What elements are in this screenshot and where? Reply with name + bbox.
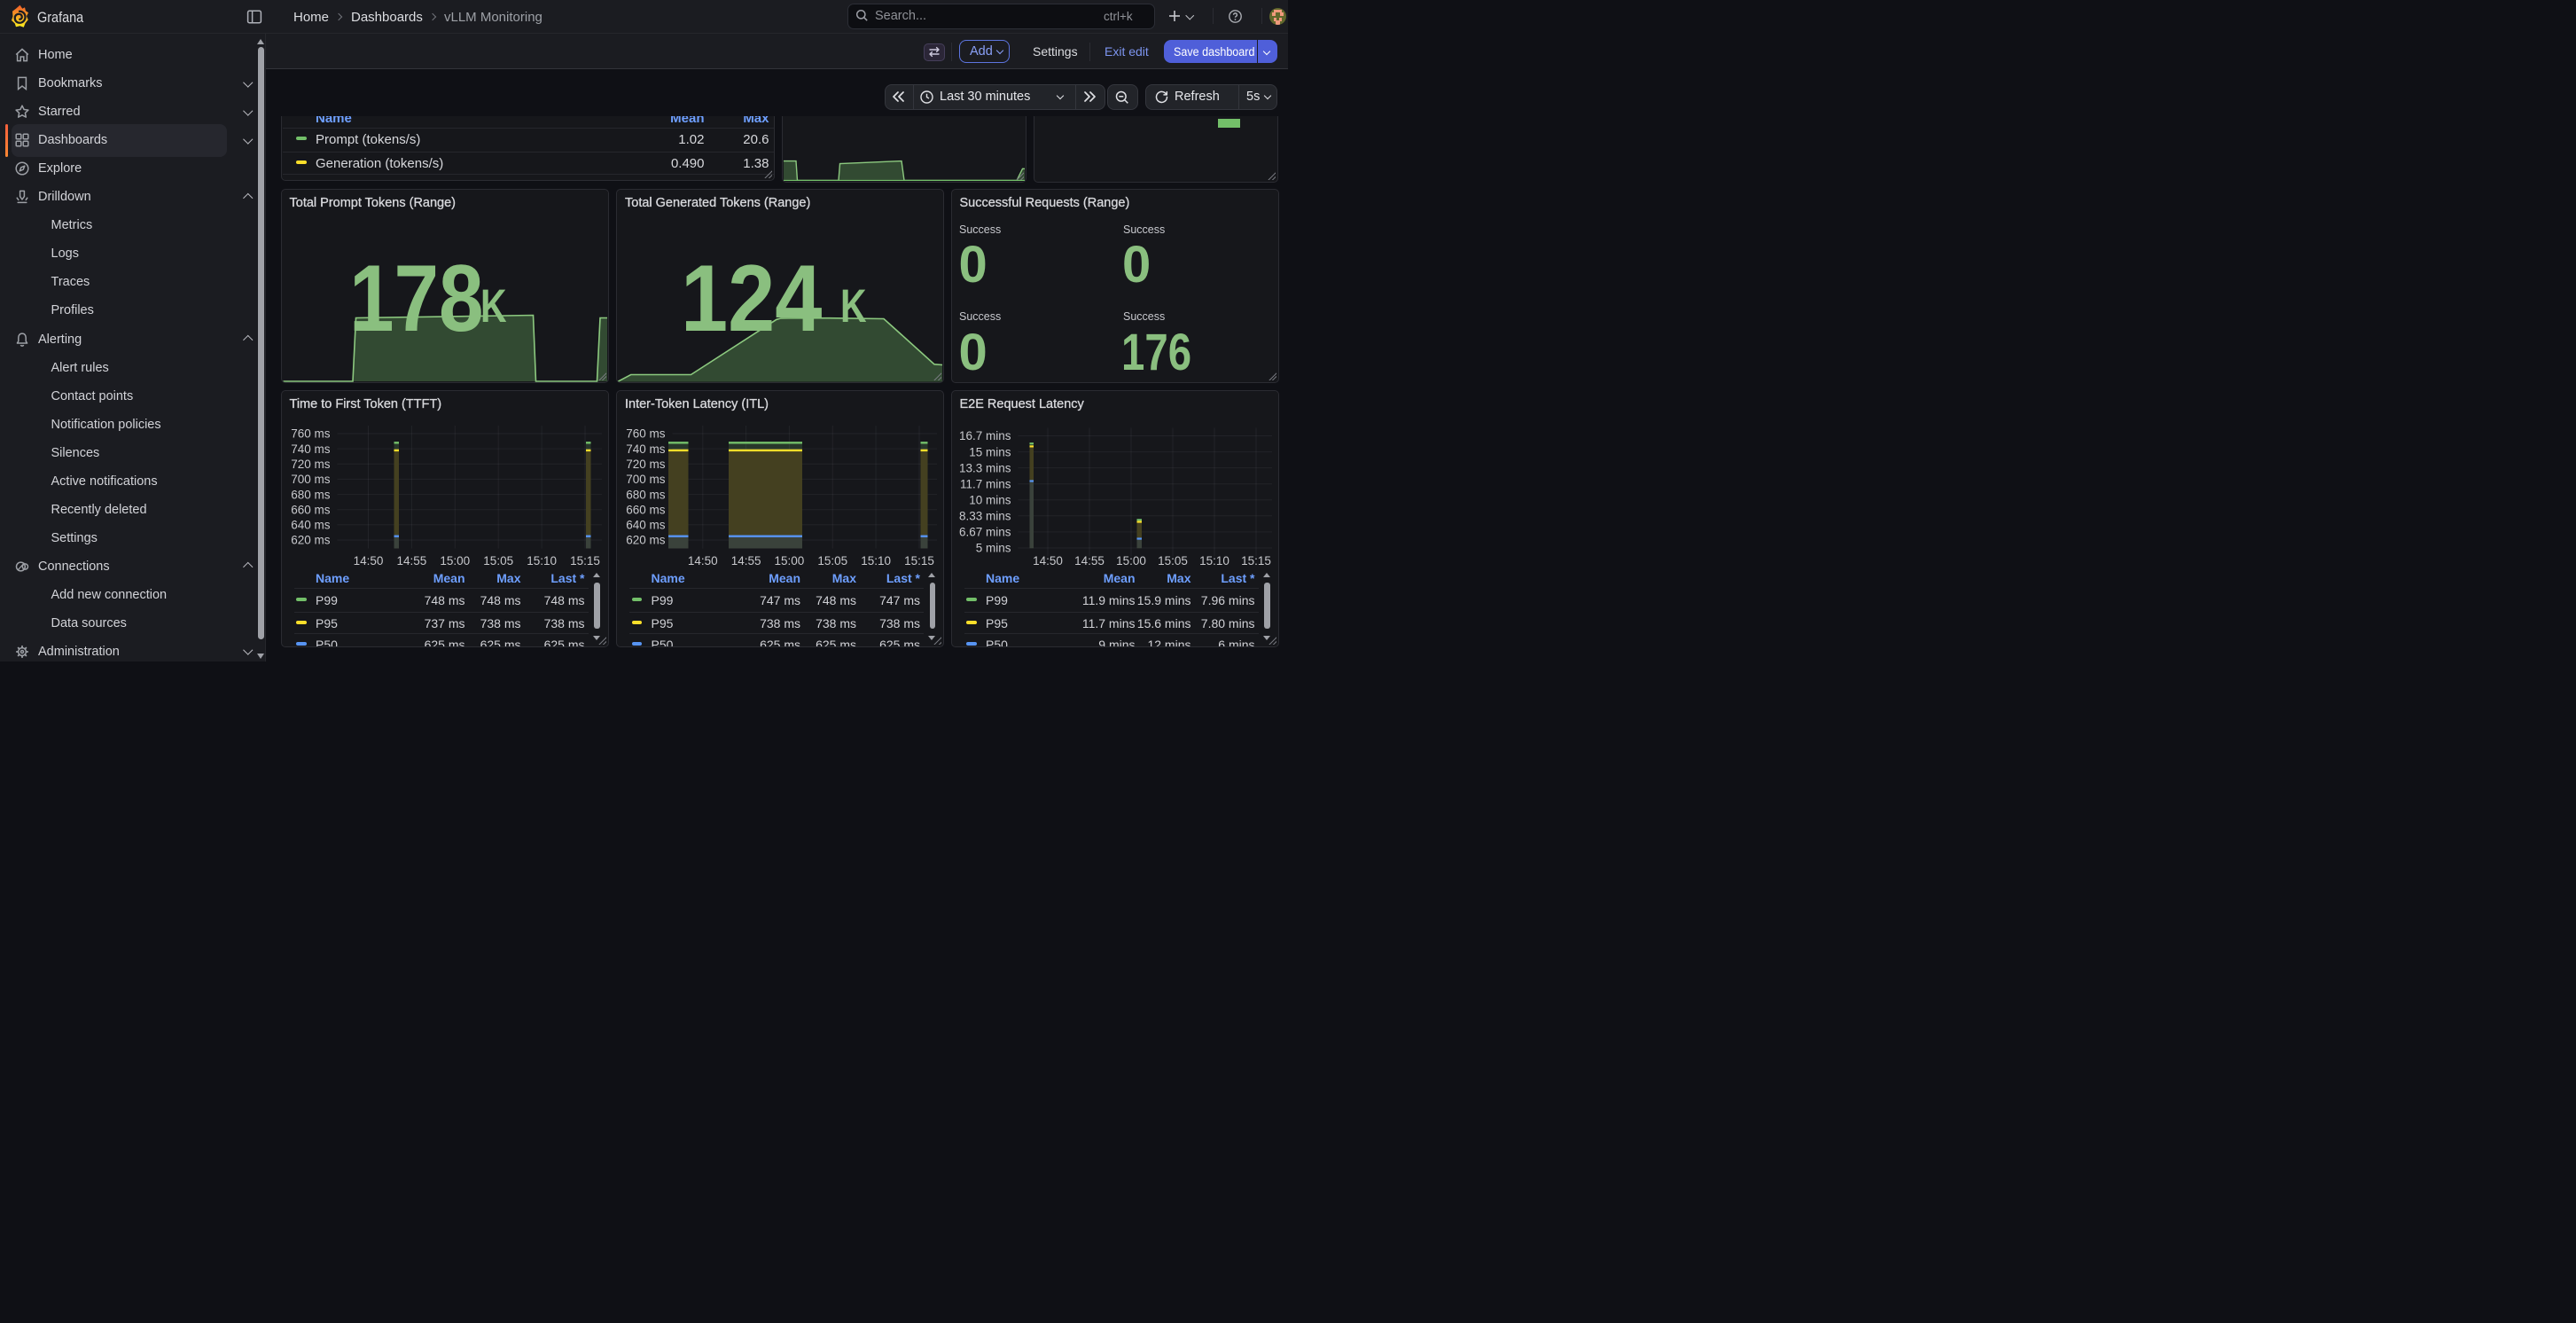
svg-text:700 ms: 700 ms: [291, 473, 331, 486]
svg-text:660 ms: 660 ms: [626, 503, 666, 516]
svg-text:14:50: 14:50: [1033, 554, 1063, 568]
svg-text:660 ms: 660 ms: [291, 503, 331, 516]
svg-text:15:05: 15:05: [817, 554, 847, 568]
svg-text:680 ms: 680 ms: [626, 488, 666, 501]
svg-text:10 mins: 10 mins: [969, 493, 1011, 506]
svg-text:5 mins: 5 mins: [975, 541, 1011, 554]
svg-text:760 ms: 760 ms: [291, 427, 331, 440]
svg-text:14:55: 14:55: [731, 554, 761, 568]
svg-text:680 ms: 680 ms: [291, 488, 331, 501]
svg-text:14:55: 14:55: [1074, 554, 1105, 568]
svg-text:16.7 mins: 16.7 mins: [958, 429, 1011, 442]
svg-text:760 ms: 760 ms: [626, 427, 666, 440]
svg-text:15:05: 15:05: [483, 554, 513, 568]
svg-text:720 ms: 720 ms: [291, 458, 331, 471]
svg-text:620 ms: 620 ms: [291, 533, 331, 546]
svg-text:11.7 mins: 11.7 mins: [959, 477, 1011, 490]
svg-text:15:15: 15:15: [1241, 554, 1271, 568]
svg-text:640 ms: 640 ms: [626, 518, 666, 531]
svg-text:15 mins: 15 mins: [969, 445, 1011, 458]
svg-text:15:10: 15:10: [527, 554, 557, 568]
svg-text:15:00: 15:00: [775, 554, 805, 568]
svg-text:13.3 mins: 13.3 mins: [958, 461, 1011, 474]
svg-text:700 ms: 700 ms: [626, 473, 666, 486]
svg-text:15:00: 15:00: [440, 554, 470, 568]
svg-text:14:50: 14:50: [688, 554, 718, 568]
svg-text:620 ms: 620 ms: [626, 533, 666, 546]
svg-text:8.33 mins: 8.33 mins: [958, 509, 1011, 522]
svg-text:14:55: 14:55: [396, 554, 426, 568]
svg-text:15:00: 15:00: [1116, 554, 1146, 568]
svg-text:15:10: 15:10: [861, 554, 891, 568]
svg-text:15:15: 15:15: [904, 554, 934, 568]
svg-text:740 ms: 740 ms: [291, 442, 331, 455]
svg-text:740 ms: 740 ms: [626, 442, 666, 455]
svg-text:720 ms: 720 ms: [626, 458, 666, 471]
svg-text:6.67 mins: 6.67 mins: [958, 525, 1011, 538]
svg-text:640 ms: 640 ms: [291, 518, 331, 531]
svg-text:15:10: 15:10: [1199, 554, 1229, 568]
svg-text:15:15: 15:15: [570, 554, 600, 568]
svg-text:15:05: 15:05: [1158, 554, 1188, 568]
svg-text:14:50: 14:50: [353, 554, 383, 568]
